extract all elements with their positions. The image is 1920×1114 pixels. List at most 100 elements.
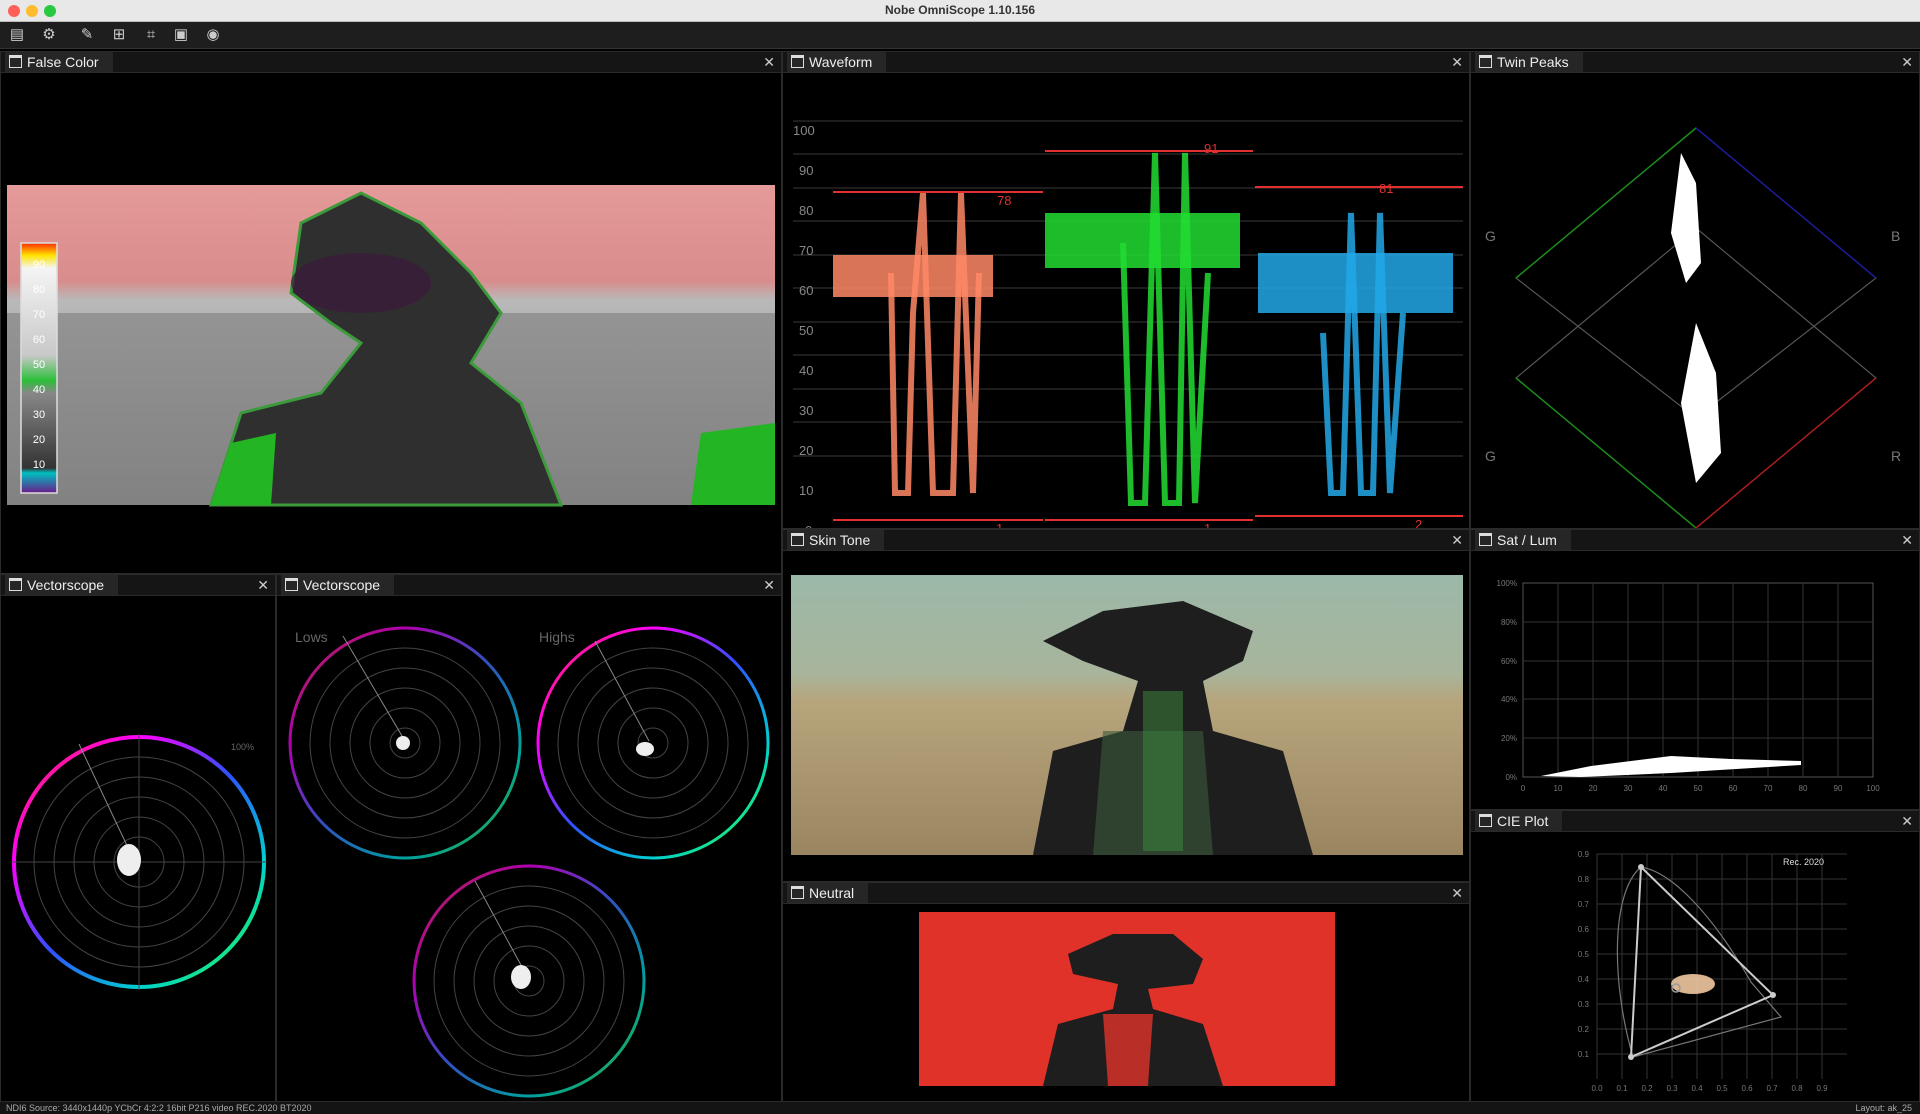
- window-icon: [1479, 55, 1492, 68]
- y-tick: 0.6: [1578, 925, 1590, 934]
- red-low-label: 1: [996, 521, 1003, 528]
- neutral-tab[interactable]: Neutral: [787, 883, 869, 903]
- cie-plot-tab[interactable]: CIE Plot: [1475, 811, 1563, 831]
- x-tick: 70: [1764, 784, 1773, 793]
- scale-label: 0: [805, 523, 812, 528]
- x-tick: 0: [1521, 784, 1526, 793]
- cie-x-ticks: 0.0 0.1 0.2 0.3 0.4 0.5 0.6 0.7 0.8 0.9: [1591, 1084, 1828, 1093]
- panel-title: Skin Tone: [809, 532, 871, 548]
- legend-label: 30: [33, 409, 45, 421]
- sat-lum-y-ticks: 100% 80% 60% 40% 20% 0%: [1497, 579, 1517, 782]
- legend-label: 40: [33, 384, 45, 396]
- legend-label: 50: [33, 359, 45, 371]
- vectorscope-panel-1: Vectorscope ✕ 100%: [0, 574, 276, 1102]
- close-icon[interactable]: ✕: [1451, 53, 1463, 71]
- wrench-icon[interactable]: ✎: [78, 26, 96, 44]
- title-bar: Nobe OmniScope 1.10.156: [0, 0, 1920, 22]
- x-tick: 100: [1866, 784, 1880, 793]
- twin-peaks-view: G B G R: [1485, 127, 1901, 528]
- camera-icon[interactable]: ◉: [204, 26, 222, 44]
- twin-peaks-tab[interactable]: Twin Peaks: [1475, 52, 1583, 72]
- b-label: B: [1891, 228, 1900, 244]
- x-tick: 40: [1659, 784, 1668, 793]
- legend-label: 10: [33, 459, 45, 471]
- window-icon: [791, 886, 804, 899]
- scale-label: 60: [799, 283, 813, 298]
- close-icon[interactable]: ✕: [1901, 531, 1913, 549]
- panel-title: False Color: [27, 54, 99, 70]
- panel-title: Vectorscope: [303, 577, 381, 593]
- close-icon[interactable]: ✕: [1451, 884, 1463, 902]
- x-tick: 80: [1799, 784, 1808, 793]
- window-icon: [1479, 814, 1492, 827]
- network-icon[interactable]: ⊞: [110, 26, 128, 44]
- scale-label: 100%: [231, 742, 254, 752]
- skin-tone-tab[interactable]: Skin Tone: [787, 530, 885, 550]
- close-icon[interactable]: ✕: [763, 53, 775, 71]
- sat-lum-view: 100% 80% 60% 40% 20% 0% 0 10 20 30 40 50…: [1497, 579, 1881, 793]
- gamut-label: Rec. 2020: [1783, 857, 1824, 867]
- lows-label: Lows: [295, 629, 328, 645]
- y-tick: 100%: [1497, 579, 1517, 588]
- crop-icon[interactable]: ⌗: [142, 26, 160, 44]
- x-tick: 0.4: [1691, 1084, 1703, 1093]
- close-icon[interactable]: ✕: [1451, 531, 1463, 549]
- x-tick: 0.6: [1741, 1084, 1753, 1093]
- sat-lum-panel: Sat / Lum ✕ 100% 80% 60% 40% 20% 0% 0 10 …: [1470, 529, 1920, 810]
- highs-label: Highs: [539, 629, 575, 645]
- x-tick: 0.0: [1591, 1084, 1603, 1093]
- false-color-view: 90 80 70 60 50 40 30 20 10: [7, 185, 775, 507]
- y-tick: 0.4: [1578, 975, 1590, 984]
- scale-label: 70: [799, 243, 813, 258]
- window-icon: [791, 533, 804, 546]
- close-icon[interactable]: ✕: [1901, 53, 1913, 71]
- y-tick: 60%: [1501, 657, 1517, 666]
- y-tick: 0%: [1505, 773, 1517, 782]
- panel-title: Twin Peaks: [1497, 54, 1569, 70]
- scale-label: 90: [799, 163, 813, 178]
- settings-icon[interactable]: ⚙: [40, 26, 58, 44]
- false-color-tab[interactable]: False Color: [5, 52, 113, 72]
- window-icon: [791, 55, 804, 68]
- green-peak-label: 91: [1204, 141, 1218, 156]
- y-tick: 0.9: [1578, 850, 1590, 859]
- window-icon: [9, 578, 22, 591]
- sat-lum-x-ticks: 0 10 20 30 40 50 60 70 80 90 100: [1521, 784, 1880, 793]
- layers-icon[interactable]: ▣: [172, 26, 190, 44]
- panel-title: Vectorscope: [27, 577, 105, 593]
- waveform-view: 100 90 80 70 60 50 40 30 20 10 0: [793, 120, 1463, 528]
- g-label: G: [1485, 448, 1496, 464]
- waveform-panel: Waveform ✕ 100 90 80 70 60 50 40 30 20 10…: [782, 51, 1470, 529]
- y-tick: 0.7: [1578, 900, 1590, 909]
- cie-plot-view: Rec. 2020 0.9 0.8 0.7 0.6 0.5 0.4 0.3 0.…: [1578, 850, 1847, 1093]
- sat-lum-trace: [1541, 756, 1801, 777]
- sat-lum-tab[interactable]: Sat / Lum: [1475, 530, 1571, 550]
- scale-label: 40: [799, 363, 813, 378]
- y-tick: 0.2: [1578, 1025, 1590, 1034]
- x-tick: 30: [1624, 784, 1633, 793]
- close-icon[interactable]: ✕: [257, 576, 269, 594]
- blue-low-label: 2: [1415, 517, 1422, 528]
- scale-label: 10: [799, 483, 813, 498]
- x-tick: 0.5: [1716, 1084, 1728, 1093]
- vectorscope-view-1: 100%: [11, 734, 267, 990]
- legend-label: 20: [33, 434, 45, 446]
- mids-scope: [412, 864, 646, 1098]
- neutral-view: [919, 912, 1335, 1086]
- y-tick: 80%: [1501, 618, 1517, 627]
- close-icon[interactable]: ✕: [763, 576, 775, 594]
- film-icon[interactable]: ▤: [8, 26, 26, 44]
- vectorscope-tab-2[interactable]: Vectorscope: [281, 575, 395, 595]
- x-tick: 20: [1589, 784, 1598, 793]
- vectorscope-tab-1[interactable]: Vectorscope: [5, 575, 119, 595]
- x-tick: 0.9: [1816, 1084, 1828, 1093]
- vectorscope-view-2: Lows Highs: [288, 626, 770, 1098]
- y-tick: 0.8: [1578, 875, 1590, 884]
- red-peak-label: 78: [997, 193, 1011, 208]
- close-icon[interactable]: ✕: [1901, 812, 1913, 830]
- source-info: NDI6 Source: 3440x1440p YCbCr 4:2:2 16bi…: [6, 1103, 312, 1113]
- y-tick: 0.5: [1578, 950, 1590, 959]
- waveform-tab[interactable]: Waveform: [787, 52, 887, 72]
- highs-scope: [536, 626, 770, 860]
- upper-peak-trace: [1671, 153, 1701, 283]
